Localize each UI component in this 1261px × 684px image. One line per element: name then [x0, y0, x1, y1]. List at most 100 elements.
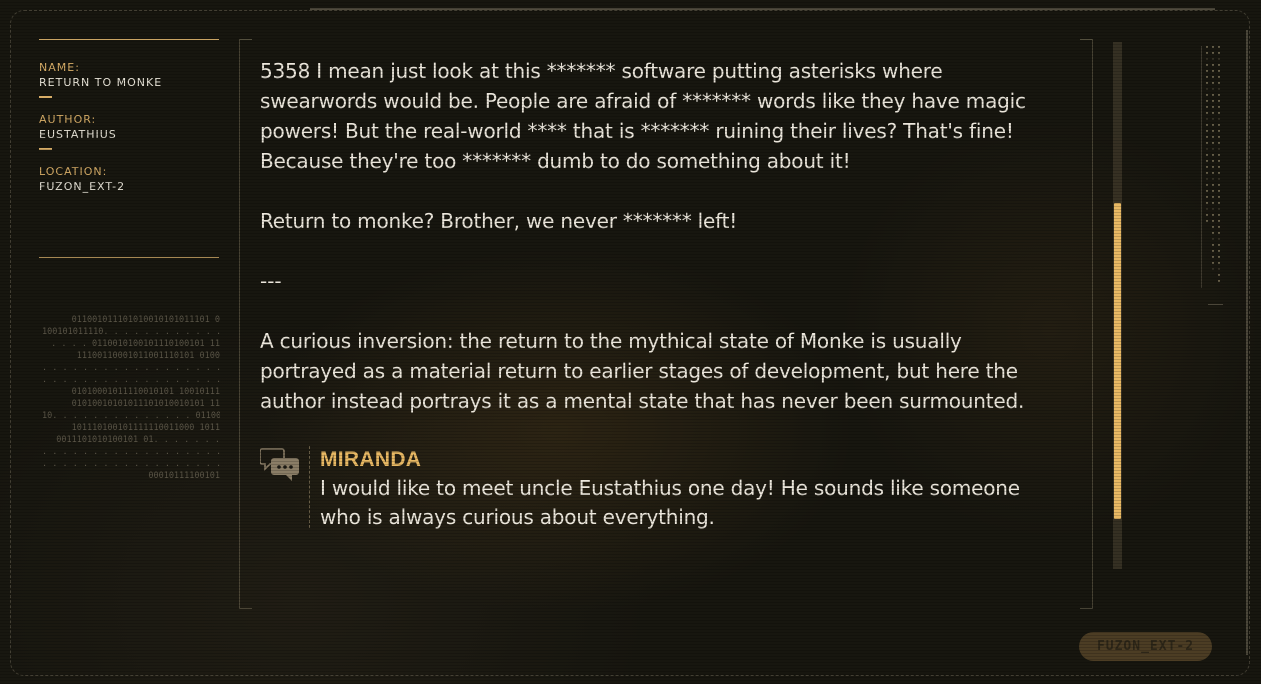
- name-label: NAME:: [39, 61, 80, 74]
- game-screen: NAME: RETURN TO MONKE AUTHOR: EUSTATHIUS…: [0, 0, 1261, 684]
- dot-column-decoration: [1218, 46, 1222, 286]
- panel-corner: [240, 608, 252, 609]
- deco-dot: [1212, 124, 1214, 126]
- deco-dot: [1206, 76, 1208, 78]
- deco-dot: [1206, 124, 1208, 126]
- deco-dot: [1218, 46, 1220, 48]
- deco-dot: [1218, 112, 1220, 114]
- deco-dot: [1206, 100, 1208, 102]
- deco-dot: [1218, 184, 1220, 186]
- deco-dot: [1212, 202, 1214, 204]
- deco-dot: [1206, 118, 1208, 120]
- info-panel: NAME: RETURN TO MONKE AUTHOR: EUSTATHIUS…: [39, 39, 219, 258]
- frame-right-line: [1246, 30, 1248, 655]
- binary-decoration: 011001011101010010101011101 0 10010101111…: [42, 314, 222, 482]
- panel-corner: [240, 39, 252, 40]
- deco-dot: [1206, 202, 1208, 204]
- deco-dot: [1206, 130, 1208, 132]
- deco-dot: [1212, 58, 1214, 60]
- deco-dot: [1212, 112, 1214, 114]
- deco-dot: [1212, 208, 1214, 210]
- binary-line: 0011101010100101 01. . . . . . .: [56, 435, 220, 445]
- scrollbar-thumb[interactable]: [1114, 203, 1121, 519]
- deco-dot: [1212, 160, 1214, 162]
- deco-dot: [1206, 136, 1208, 138]
- comment-text: I would like to meet uncle Eustathius on…: [320, 476, 1020, 529]
- binary-line: 10. . . . . . . . . . . . . . 0110010100: [42, 411, 220, 421]
- name-value: RETURN TO MONKE: [39, 76, 163, 89]
- deco-dot: [1206, 214, 1208, 216]
- deco-dot: [1206, 190, 1208, 192]
- deco-dot: [1218, 244, 1220, 246]
- deco-dot: [1206, 88, 1208, 90]
- deco-dot: [1212, 226, 1214, 228]
- deco-dot: [1206, 106, 1208, 108]
- binary-line: . . . . . . . . . . . . . . . . . . . . …: [42, 459, 220, 469]
- deco-dot: [1212, 142, 1214, 144]
- deco-dot: [1212, 82, 1214, 84]
- scrollbar-track[interactable]: [1113, 42, 1122, 569]
- deco-dot: [1218, 148, 1220, 150]
- deco-dot: [1212, 262, 1214, 264]
- deco-dot: [1212, 100, 1214, 102]
- binary-line: 101110100101111110011000 1011: [71, 423, 220, 433]
- deco-dot: [1218, 52, 1220, 54]
- deco-dot: [1218, 136, 1220, 138]
- location-block: LOCATION: FUZON_EXT-2: [39, 165, 219, 195]
- post-separator: ---: [260, 269, 282, 293]
- deco-dot: [1212, 154, 1214, 156]
- deco-dot: [1212, 52, 1214, 54]
- deco-dot: [1206, 166, 1208, 168]
- binary-line: . . . . 0110010100101110100101 11: [51, 339, 220, 349]
- deco-dot: [1212, 196, 1214, 198]
- deco-dot: [1206, 178, 1208, 180]
- frame-top-line: [310, 8, 1215, 10]
- deco-dot: [1206, 52, 1208, 54]
- deco-dot: [1218, 238, 1220, 240]
- deco-dot: [1206, 64, 1208, 66]
- deco-dot: [1218, 268, 1220, 270]
- deco-dot: [1212, 178, 1214, 180]
- deco-dot: [1218, 76, 1220, 78]
- deco-dot: [1218, 280, 1220, 282]
- info-bottom-rule: [39, 257, 219, 258]
- deco-dot: [1218, 142, 1220, 144]
- post-paragraph: 5358 I mean just look at this ******* so…: [260, 59, 1026, 173]
- post-paragraph: Return to monke? Brother, we never *****…: [260, 209, 738, 233]
- comment-author: MIRANDA: [320, 448, 422, 471]
- binary-line: 01010010101011101010010101 11: [71, 399, 220, 409]
- deco-dot: [1218, 232, 1220, 234]
- deco-dot: [1212, 76, 1214, 78]
- deco-dot: [1206, 154, 1208, 156]
- dot-column-decoration: [1206, 46, 1210, 226]
- author-block: AUTHOR: EUSTATHIUS: [39, 113, 219, 150]
- deco-dot: [1218, 214, 1220, 216]
- binary-line: 00010111100101: [148, 471, 220, 481]
- panel-corner: [1080, 608, 1092, 609]
- deco-dot: [1218, 94, 1220, 96]
- post-content[interactable]: 5358 I mean just look at this ******* so…: [260, 56, 1060, 569]
- deco-dot: [1218, 172, 1220, 174]
- deco-dot: [1218, 88, 1220, 90]
- deco-dot: [1218, 262, 1220, 264]
- location-label: LOCATION:: [39, 165, 108, 178]
- deco-dot: [1218, 82, 1220, 84]
- deco-dot: [1206, 142, 1208, 144]
- deco-dot: [1212, 64, 1214, 66]
- author-value: EUSTATHIUS: [39, 128, 117, 141]
- comment: MIRANDA I would like to meet uncle Eusta…: [260, 446, 1060, 532]
- name-block: NAME: RETURN TO MONKE: [39, 61, 219, 98]
- comment-divider: [309, 446, 310, 528]
- deco-dot: [1218, 166, 1220, 168]
- dot-column-decoration: [1212, 46, 1216, 274]
- deco-dot: [1218, 100, 1220, 102]
- deco-dot: [1206, 160, 1208, 162]
- deco-dot: [1212, 148, 1214, 150]
- deco-dot: [1218, 70, 1220, 72]
- deco-dot: [1206, 220, 1208, 222]
- deco-dot: [1212, 166, 1214, 168]
- deco-dot: [1218, 202, 1220, 204]
- deco-dot: [1206, 148, 1208, 150]
- deco-dot: [1212, 184, 1214, 186]
- deco-dot: [1218, 226, 1220, 228]
